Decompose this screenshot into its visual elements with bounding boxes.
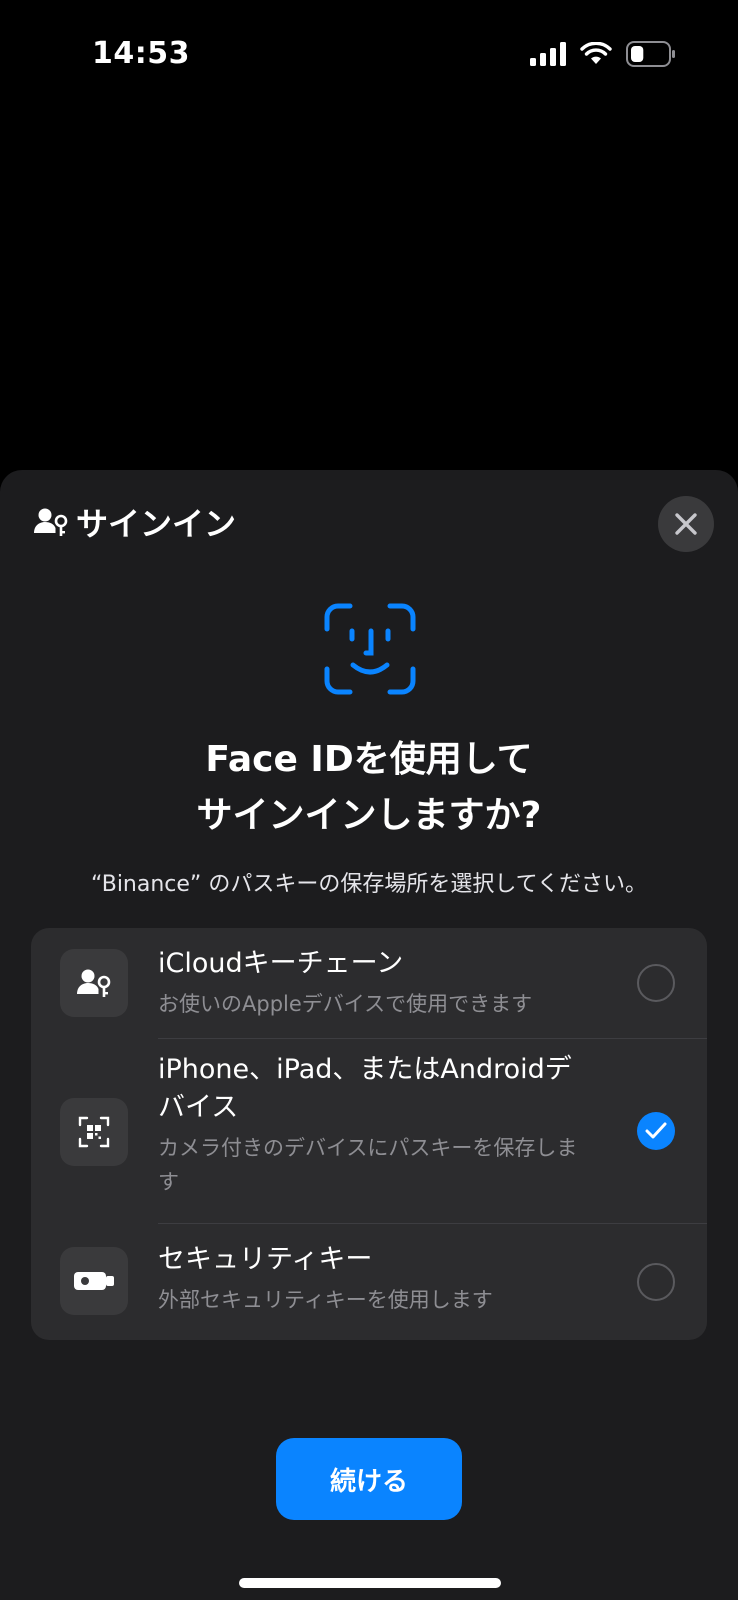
option-icon-box: [60, 1098, 128, 1166]
home-indicator[interactable]: [239, 1578, 501, 1588]
checkmark-icon: [645, 1122, 667, 1139]
screen: 14:53 サインイン Face IDを使用して サインインしますか? “Bin…: [0, 0, 738, 1600]
option-text: セキュリティキー 外部セキュリティキーを使用します: [158, 1241, 598, 1317]
title-line-2: サインインしますか?: [196, 795, 542, 836]
option-description: お使いのAppleデバイスで使用できます: [158, 992, 533, 1016]
close-icon: [675, 513, 697, 535]
option-text: iCloudキーチェーン お使いのAppleデバイスで使用できます: [158, 945, 598, 1021]
subtitle: “Binance” のパスキーの保存場所を選択してください。: [91, 872, 647, 897]
status-bar: 14:53: [0, 0, 738, 110]
option-title: iCloudキーチェーン: [158, 948, 404, 979]
option-icon-box: [60, 949, 128, 1017]
option-text: iPhone、iPad、またはAndroidデバイス カメラ付きのデバイスにパス…: [158, 1051, 598, 1199]
wifi-icon: [580, 42, 612, 64]
close-button[interactable]: [658, 496, 714, 552]
radio-unselected[interactable]: [637, 964, 675, 1002]
radio-unselected[interactable]: [637, 1263, 675, 1301]
option-title: iPhone、iPad、またはAndroidデバイス: [158, 1054, 572, 1123]
status-time: 14:53: [92, 36, 190, 71]
option-description: カメラ付きのデバイスにパスキーを保存します: [158, 1136, 578, 1194]
title-line-1: Face IDを使用して: [205, 739, 533, 780]
option-title: セキュリティキー: [158, 1244, 373, 1275]
option-icloud-keychain[interactable]: iCloudキーチェーン お使いのAppleデバイスで使用できます: [31, 928, 707, 1038]
cellular-signal-icon: [530, 42, 566, 66]
sheet-header: サインイン: [34, 498, 236, 546]
option-icon-box: [60, 1247, 128, 1315]
passkey-location-list: iCloudキーチェーン お使いのAppleデバイスで使用できます iPhone…: [31, 928, 707, 1340]
radio-selected[interactable]: [637, 1112, 675, 1150]
option-description: 外部セキュリティキーを使用します: [158, 1288, 493, 1312]
face-id-icon: [324, 603, 416, 695]
status-icons: [530, 40, 676, 68]
page-title: Face IDを使用して サインインしますか?: [0, 732, 738, 844]
option-security-key[interactable]: セキュリティキー 外部セキュリティキーを使用します: [31, 1224, 707, 1340]
security-key-icon: [74, 1272, 114, 1290]
option-other-device[interactable]: iPhone、iPad、またはAndroidデバイス カメラ付きのデバイスにパス…: [31, 1039, 707, 1223]
battery-icon: [626, 41, 675, 67]
qr-code-scan-icon: [78, 1116, 110, 1148]
sheet-title: サインイン: [76, 505, 237, 543]
continue-button[interactable]: 続ける: [276, 1438, 462, 1520]
signin-sheet: サインイン Face IDを使用して サインインしますか? “Binance” …: [0, 470, 738, 1600]
person-key-icon: [77, 969, 111, 997]
person-key-icon: [34, 508, 68, 536]
